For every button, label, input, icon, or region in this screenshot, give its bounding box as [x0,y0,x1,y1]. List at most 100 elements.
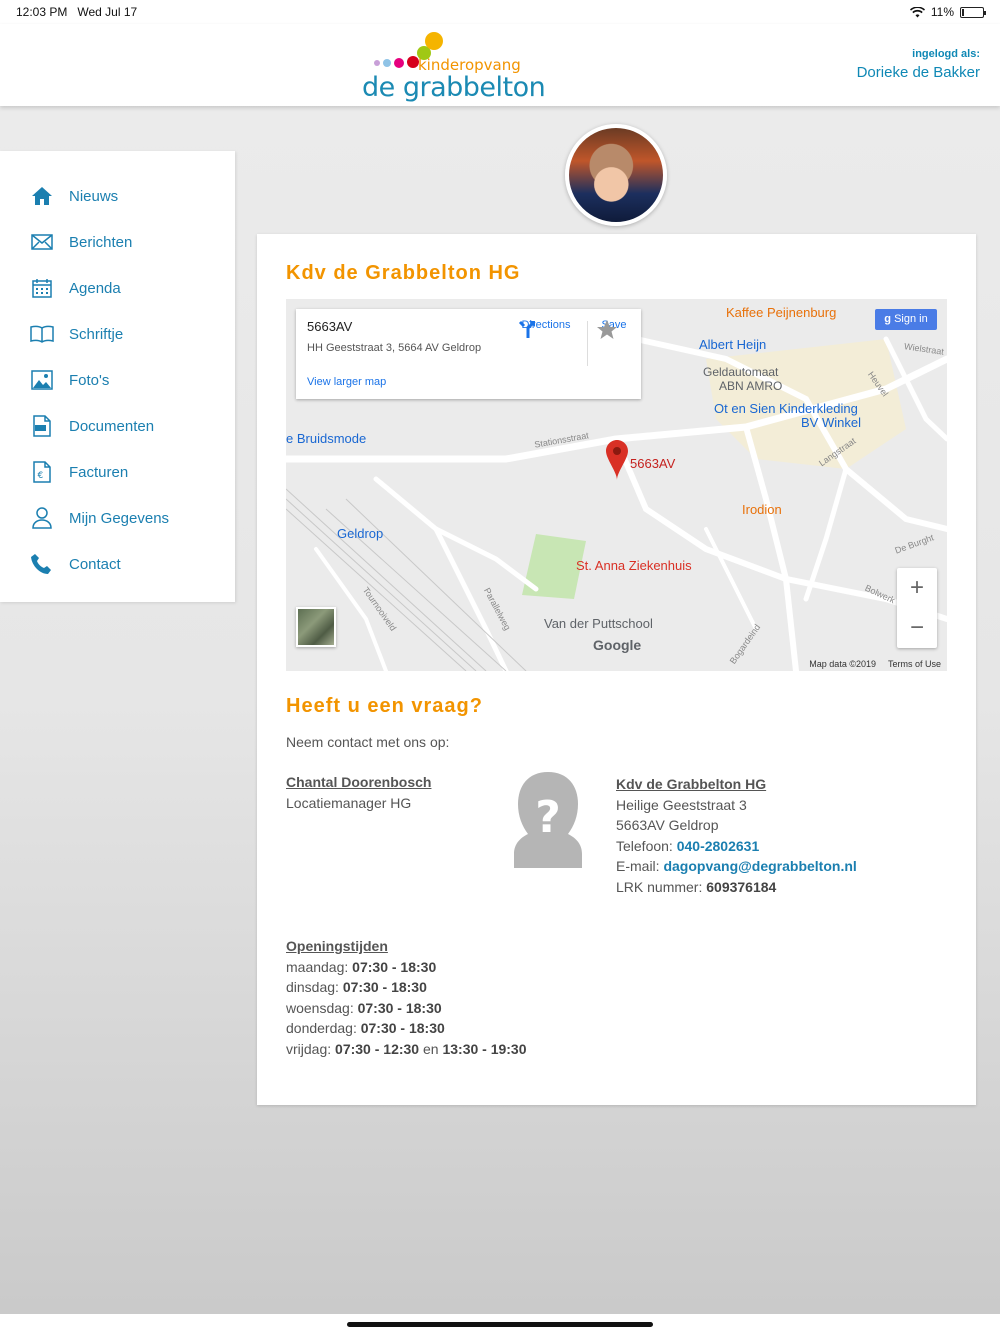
unknown-person-icon: ? [514,772,582,868]
status-bar: 12:03 PM Wed Jul 17 11% [0,0,1000,24]
map-place-label[interactable]: Geldautomaat [703,365,778,379]
sidebar-item-label: Agenda [69,279,121,297]
pdf-icon [30,414,54,438]
opening-hours-title: Openingstijden [286,938,388,954]
organization-details: Kdv de Grabbelton HG Heilige Geeststraat… [616,774,857,898]
sidebar-item-label: Foto's [69,371,110,389]
sidebar-item-agenda[interactable]: Agenda [0,268,235,308]
home-icon [30,184,54,208]
map-info-box: 5663AV HH Geeststraat 3, 5664 AV Geldrop… [296,309,641,399]
logo-dot [394,58,404,68]
hours-row: woensdag: 07:30 - 18:30 [286,999,442,1016]
contact-card: Kdv de Grabbelton HG 5663AV HH Geeststra… [257,234,976,1105]
phone-link[interactable]: 040-2802631 [677,838,760,854]
wifi-icon [909,6,925,17]
map-attribution: Map data ©2019 Terms of Use [809,659,941,669]
map-place-label[interactable]: St. Anna Ziekenhuis [576,558,692,573]
contact-person-role: Locatiemanager HG [286,795,412,811]
phone-icon [30,552,54,576]
map-place-label[interactable]: Kaffee Peijnenburg [726,305,836,320]
logo-dot [374,60,380,66]
logo-dot [425,32,443,50]
battery-percent: 11% [930,5,954,19]
zoom-controls: + − [897,568,937,648]
sidebar-item-label: Documenten [69,417,155,435]
map-place-label[interactable]: e Bruidsmode [286,431,366,446]
sidebar-item-nieuws[interactable]: Nieuws [0,176,235,216]
svg-text:?: ? [535,792,561,843]
map-info-address: HH Geeststraat 3, 5664 AV Geldrop [307,342,482,354]
book-icon [30,322,54,346]
sidebar-item-schriftje[interactable]: Schriftje [0,314,235,354]
home-indicator[interactable] [347,1322,653,1327]
sidebar-item-berichten[interactable]: Berichten [0,222,235,262]
satellite-toggle[interactable] [296,607,336,647]
map-place-label[interactable]: Irodion [742,502,782,517]
image-icon [30,368,54,392]
hours-row: dinsdag: 07:30 - 18:30 [286,979,427,996]
info-divider [587,321,588,366]
contact-person-name: Chantal Doorenbosch [286,774,432,790]
sidebar-item-fotos[interactable]: Foto's [0,360,235,400]
phone-row: Telefoon: 040-2802631 [616,837,760,854]
map-pin-label: 5663AV [630,456,676,471]
hours-row: vrijdag: 07:30 - 12:30 en 13:30 - 19:30 [286,1040,527,1057]
sidebar-nav: Nieuws Berichten Agenda Schriftje Foto's… [0,151,235,602]
hours-row: donderdag: 07:30 - 18:30 [286,1020,445,1037]
contact-intro: Neem contact met ons op: [286,734,450,750]
sidebar-item-label: Facturen [69,463,129,481]
app-header: kinderopvang de grabbelton ingelogd als:… [0,24,1000,106]
question-title: Heeft u een vraag? [286,695,483,717]
sidebar-item-mijn-gegevens[interactable]: Mijn Gegevens [0,498,235,538]
logo-title: de grabbelton [362,72,546,103]
save-button[interactable]: Save [596,319,632,339]
directions-icon [518,320,536,338]
status-time: 12:03 PM Wed Jul 17 [16,5,138,19]
envelope-icon [30,230,54,254]
map-place-label[interactable]: Albert Heijn [699,337,766,352]
logo[interactable]: kinderopvang de grabbelton [360,28,550,103]
sidebar-item-facturen[interactable]: € Facturen [0,452,235,492]
map-place-label[interactable]: Geldrop [337,526,383,541]
google-map[interactable]: 5663AV HH Geeststraat 3, 5664 AV Geldrop… [286,299,947,671]
view-larger-map-link[interactable]: View larger map [307,376,386,388]
user-name[interactable]: Dorieke de Bakker [857,64,980,81]
map-place-label[interactable]: Van der Puttschool [544,616,653,631]
child-avatar[interactable] [565,124,667,226]
map-sign-in-button[interactable]: g Sign in [875,309,937,330]
lrk-row: LRK nummer: 609376184 [616,878,777,895]
sidebar-item-contact[interactable]: Contact [0,544,235,584]
location-title: Kdv de Grabbelton HG [286,262,521,284]
sidebar-item-label: Schriftje [69,325,124,343]
organization-street: Heilige Geeststraat 3 [616,796,747,813]
sidebar-item-label: Contact [69,555,121,573]
status-right: 11% [909,5,986,19]
map-place-label[interactable]: Ot en Sien Kinderkleding [714,401,858,416]
email-link[interactable]: dagopvang@degrabbelton.nl [663,858,856,874]
user-icon [30,506,54,530]
logo-dot [383,59,391,67]
organization-city: 5663AV Geldrop [616,817,719,834]
map-place-label: BV Winkel [801,415,861,430]
invoice-icon: € [30,460,54,484]
sidebar-item-label: Mijn Gegevens [69,509,170,527]
battery-icon [960,6,986,18]
organization-name: Kdv de Grabbelton HG [616,776,767,792]
calendar-icon [30,276,54,300]
battery-fill [962,8,964,16]
map-pin-icon[interactable] [606,440,628,480]
terms-link[interactable]: Terms of Use [888,659,941,669]
hours-row: maandag: 07:30 - 18:30 [286,958,437,975]
opening-hours: Openingstijden maandag: 07:30 - 18:30 di… [286,936,527,1060]
zoom-in-button[interactable]: + [897,568,937,608]
lrk-number: 609376184 [706,878,777,895]
map-place-label: ABN AMRO [719,379,783,393]
login-label: ingelogd als: [912,48,980,60]
sidebar-item-documenten[interactable]: Documenten [0,406,235,446]
zoom-out-button[interactable]: − [897,608,937,648]
map-info-title: 5663AV [307,319,353,334]
directions-button[interactable]: Directions [516,319,576,338]
svg-text:€: € [38,471,44,481]
sidebar-item-label: Nieuws [69,187,119,205]
sidebar-item-label: Berichten [69,233,133,251]
